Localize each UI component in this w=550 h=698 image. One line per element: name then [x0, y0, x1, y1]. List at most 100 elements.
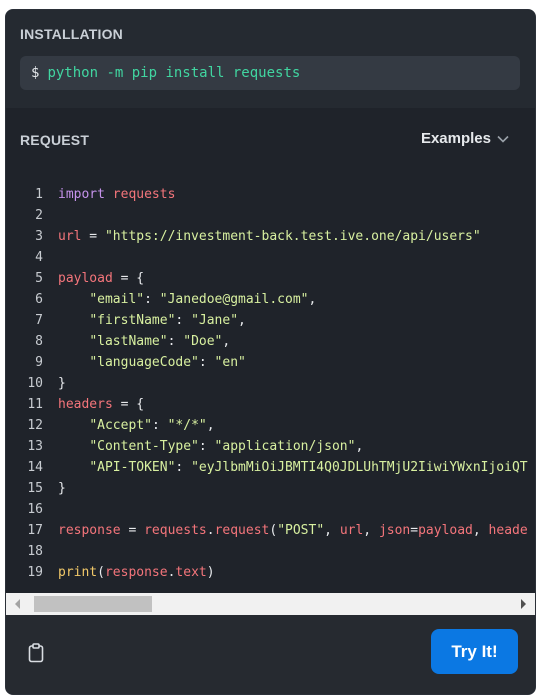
code-token: :: [198, 439, 215, 454]
code-line: 7 "firstName": "Jane",: [6, 310, 535, 331]
line-number: 10: [27, 376, 43, 391]
line-number: 12: [27, 418, 43, 433]
code-line: 17 response = requests.request("POST", ur…: [6, 520, 535, 541]
line-number: 4: [35, 250, 43, 265]
clipboard-icon[interactable]: [28, 643, 44, 663]
code-line: 4: [6, 247, 535, 268]
scroll-left-arrow-icon[interactable]: [14, 599, 22, 609]
code-block[interactable]: 1 import requests 2 3 url = "https://investm…: [6, 170, 535, 600]
request-footer: Try It!: [6, 615, 535, 694]
code-token: :: [167, 334, 184, 349]
code-token: heade: [488, 523, 528, 538]
code-line: 13 "Content-Type": "application/json",: [6, 436, 535, 457]
code-text: print(response.text): [58, 562, 215, 583]
code-token: requests: [104, 187, 176, 202]
request-section: REQUEST Examples 1 import requests 2 3 url =…: [6, 108, 535, 694]
install-command[interactable]: python -m pip install requests: [47, 65, 300, 81]
code-token: "firstName": [89, 313, 176, 328]
scrollbar-thumb[interactable]: [34, 596, 152, 612]
shell-prompt: $: [31, 65, 40, 81]
code-token: ,: [472, 523, 489, 538]
code-line: 1 import requests: [6, 184, 535, 205]
code-line: 14 "API-TOKEN": "eyJlbmMiOiJBMTI4Q0JDLUh…: [6, 457, 535, 478]
line-number: 15: [27, 481, 43, 496]
code-text: "firstName": "Jane",: [58, 310, 246, 331]
code-token: "Doe": [183, 334, 223, 349]
code-token: :: [151, 418, 168, 433]
code-text: "lastName": "Doe",: [58, 331, 230, 352]
code-token: url: [339, 523, 364, 538]
code-token: "languageCode": [89, 355, 199, 370]
code-token: ,: [324, 523, 340, 538]
code-token: requests: [144, 523, 207, 538]
code-token: ,: [308, 292, 317, 307]
code-token: payload: [418, 523, 473, 538]
code-token: = {: [112, 271, 145, 286]
try-it-button[interactable]: Try It!: [431, 629, 518, 674]
code-token: text: [175, 565, 207, 580]
examples-dropdown[interactable]: Examples: [421, 130, 509, 147]
code-token: }: [58, 481, 66, 496]
code-token: "Janedoe@gmail.com": [159, 292, 309, 307]
line-number: 16: [27, 502, 43, 517]
code-token: (: [269, 523, 278, 538]
code-text: import requests: [58, 184, 175, 205]
code-token: url: [58, 229, 82, 244]
code-text: }: [58, 478, 66, 499]
code-token: =: [81, 229, 105, 244]
code-line: 19 print(response.text): [6, 562, 535, 583]
code-line: 6 "email": "Janedoe@gmail.com",: [6, 289, 535, 310]
code-token: .: [206, 523, 215, 538]
code-token: response: [104, 565, 168, 580]
code-line: 3 url = "https://investment-back.test.ive…: [6, 226, 535, 247]
code-token: "lastName": [89, 334, 168, 349]
code-token: "POST": [277, 523, 325, 538]
code-token: ,: [238, 313, 246, 328]
line-number: 1: [35, 187, 43, 202]
line-number: 6: [35, 292, 43, 307]
scroll-right-arrow-icon[interactable]: [519, 599, 527, 609]
line-number: 7: [35, 313, 43, 328]
code-token: "application/json": [214, 439, 356, 454]
code-line: 8 "lastName": "Doe",: [6, 331, 535, 352]
code-token: }: [58, 376, 66, 391]
installation-label: INSTALLATION: [20, 26, 123, 42]
code-token: print: [58, 565, 98, 580]
code-token: "Accept": [89, 418, 152, 433]
code-token: (: [97, 565, 105, 580]
code-text: headers = {: [58, 394, 144, 415]
line-number: 19: [27, 565, 43, 580]
code-line: 5 payload = {: [6, 268, 535, 289]
code-line: 2: [6, 205, 535, 226]
line-number: 13: [27, 439, 43, 454]
code-line: 15}: [6, 478, 535, 499]
examples-label: Examples: [420, 130, 491, 147]
code-token: =: [120, 523, 145, 538]
code-token: :: [198, 355, 215, 370]
code-token: "eyJlbmMiOiJBMTI4Q0JDLUhTMjU2IiwiYWxnIjo…: [191, 460, 528, 475]
code-token: "email": [89, 292, 145, 307]
chevron-down-icon: [497, 135, 509, 143]
code-token: =: [410, 523, 419, 538]
install-command-box[interactable]: $ python -m pip install requests: [20, 56, 520, 90]
code-token: ,: [222, 334, 231, 349]
code-token: payload: [58, 271, 113, 286]
horizontal-scrollbar[interactable]: [6, 593, 535, 615]
code-text: response = requests.request("POST", url,…: [58, 520, 528, 541]
code-text: "API-TOKEN": "eyJlbmMiOiJBMTI4Q0JDLUhTMj…: [58, 457, 528, 478]
code-line: 9 "languageCode": "en": [6, 352, 535, 373]
line-number: 3: [35, 229, 43, 244]
code-token: = {: [112, 397, 145, 412]
code-token: :: [144, 292, 160, 307]
code-line: 18: [6, 541, 535, 562]
installation-section: INSTALLATION $ python -m pip install req…: [6, 10, 535, 108]
line-number: 11: [27, 397, 43, 412]
code-text: "email": "Janedoe@gmail.com",: [58, 289, 316, 310]
code-text: "languageCode": "en": [58, 352, 246, 373]
